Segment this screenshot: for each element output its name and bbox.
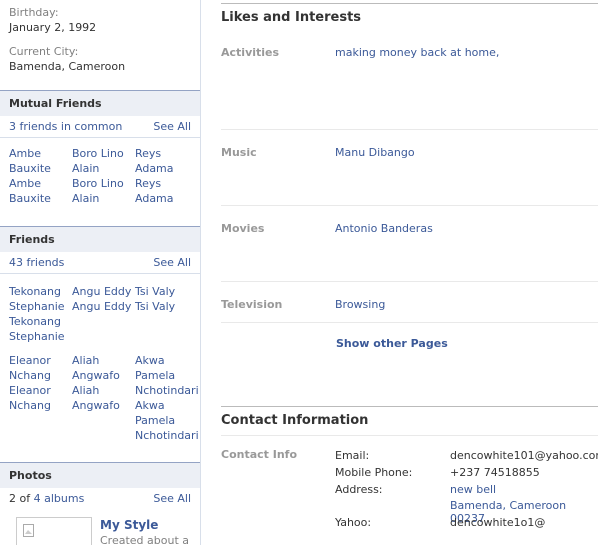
mutual-friend-name[interactable]: Bauxite: [9, 161, 72, 176]
email-label: Email:: [335, 449, 370, 462]
contact-info-label: Contact Info: [221, 448, 298, 461]
mutual-friends-count-link[interactable]: 3 friends in common: [9, 120, 122, 133]
album-title-link[interactable]: My Style: [100, 518, 158, 532]
television-label: Television: [221, 298, 283, 311]
mutual-friend-name[interactable]: Alain: [72, 161, 135, 176]
activities-row: Activities making money back at home,: [221, 32, 598, 130]
friend-name-line[interactable]: Tsi Valy: [135, 284, 197, 299]
music-label: Music: [221, 146, 257, 159]
friend-name-line[interactable]: Angu Eddy: [72, 284, 134, 299]
city-value: Bamenda, Cameroon: [9, 60, 126, 73]
birthday-label: Birthday:: [9, 6, 59, 19]
mutual-friend-name[interactable]: Boro Lino: [72, 176, 135, 191]
show-other-pages-link[interactable]: Show other Pages: [336, 337, 448, 350]
mutual-friends-title: Mutual Friends: [0, 90, 200, 116]
friend-name-line[interactable]: Pamela: [135, 413, 201, 428]
television-row: Television Browsing: [221, 282, 598, 323]
friend-name-line[interactable]: Akwa: [135, 398, 201, 413]
friend-name-line[interactable]: Eleanor: [9, 353, 71, 368]
mutual-friend-name[interactable]: Adama: [135, 161, 198, 176]
mutual-friend-name[interactable]: Bauxite: [9, 191, 72, 206]
likes-section: Likes and Interests Activities making mo…: [221, 3, 598, 383]
photo-placeholder-icon: [23, 524, 34, 537]
main-content: Likes and Interests Activities making mo…: [221, 0, 598, 529]
friend-entry[interactable]: Akwa Pamela Nchotindari Akwa Pamela Ncho…: [135, 353, 201, 443]
mutual-friend-name[interactable]: Reys: [135, 176, 198, 191]
friend-name-line[interactable]: Eleanor: [9, 383, 71, 398]
show-other-pages-row: Show other Pages: [221, 323, 598, 383]
photos-title: Photos: [0, 462, 200, 488]
mutual-friend-name[interactable]: Ambe: [9, 146, 72, 161]
address-label: Address:: [335, 483, 383, 496]
friends-subheader: 43 friends See All: [0, 252, 200, 274]
friends-box: Friends 43 friends See All Tekonang Step…: [0, 226, 200, 442]
friend-name-line[interactable]: Tsi Valy: [135, 299, 197, 314]
friend-name-line[interactable]: Nchang: [9, 398, 71, 413]
friend-name-line[interactable]: Aliah: [72, 383, 134, 398]
left-sidebar: Birthday: January 2, 1992 Current City: …: [0, 0, 201, 545]
movies-value-link[interactable]: Antonio Banderas: [335, 222, 433, 235]
friend-entry[interactable]: Tekonang Stephanie Tekonang Stephanie: [9, 284, 71, 344]
mutual-friend-name[interactable]: Reys: [135, 146, 198, 161]
friend-entry[interactable]: Tsi Valy Tsi Valy: [135, 284, 197, 314]
photos-count-prefix: 2 of: [9, 492, 34, 505]
photos-subheader: 2 of 4 albums See All: [0, 488, 200, 510]
friend-name-line[interactable]: Stephanie: [9, 299, 71, 314]
music-value-link[interactable]: Manu Dibango: [335, 146, 415, 159]
profile-info: Birthday: January 2, 1992 Current City: …: [9, 5, 125, 75]
photos-see-all-link[interactable]: See All: [153, 488, 191, 510]
email-value: dencowhite101@yahoo.com: [450, 449, 598, 462]
photos-box: Photos 2 of 4 albums See All My Style Cr…: [0, 462, 200, 545]
contact-divider: [221, 435, 598, 436]
address-line-1-link[interactable]: new bell: [450, 483, 496, 496]
friend-name-line[interactable]: Nchang: [9, 368, 71, 383]
mutual-friend-name[interactable]: Boro Lino: [72, 146, 135, 161]
mutual-friends-subheader: 3 friends in common See All: [0, 116, 200, 138]
friend-name-line[interactable]: Aliah: [72, 353, 134, 368]
music-row: Music Manu Dibango: [221, 130, 598, 206]
yahoo-label: Yahoo:: [335, 516, 372, 529]
birthday-value: January 2, 1992: [9, 21, 97, 34]
city-label: Current City:: [9, 45, 79, 58]
mutual-friends-list: Ambe Boro Lino Reys Bauxite Alain Adama …: [0, 138, 200, 206]
mutual-friends-box: Mutual Friends 3 friends in common See A…: [0, 90, 200, 206]
album-thumbnail[interactable]: [16, 517, 92, 545]
mutual-friends-see-all-link[interactable]: See All: [153, 116, 191, 138]
friends-count-link[interactable]: 43 friends: [9, 256, 64, 269]
yahoo-value: dencowhite1o1@: [450, 516, 546, 529]
activities-label: Activities: [221, 46, 280, 59]
friends-title: Friends: [0, 226, 200, 252]
friend-entry[interactable]: Angu Eddy Angu Eddy: [72, 284, 134, 314]
friend-name-line[interactable]: Angwafo: [72, 368, 134, 383]
movies-row: Movies Antonio Banderas: [221, 206, 598, 282]
contact-title: Contact Information: [221, 406, 598, 435]
friend-name-line[interactable]: Tekonang: [9, 284, 71, 299]
movies-label: Movies: [221, 222, 265, 235]
activities-value-link[interactable]: making money back at home,: [335, 46, 499, 59]
friends-see-all-link[interactable]: See All: [153, 252, 191, 274]
friend-entry[interactable]: Eleanor Nchang Eleanor Nchang: [9, 353, 71, 413]
friend-name-line[interactable]: Nchotindari: [135, 383, 201, 398]
photos-albums-link[interactable]: 4 albums: [34, 492, 85, 505]
friend-entry[interactable]: Aliah Angwafo Aliah Angwafo: [72, 353, 134, 413]
friend-name-line[interactable]: Tekonang: [9, 314, 71, 329]
friend-name-line[interactable]: Nchotindari: [135, 428, 201, 443]
mutual-friend-name[interactable]: Adama: [135, 191, 198, 206]
mutual-friend-name[interactable]: Ambe: [9, 176, 72, 191]
friend-name-line[interactable]: Pamela: [135, 368, 201, 383]
mobile-phone-label: Mobile Phone:: [335, 466, 413, 479]
friend-name-line[interactable]: Angu Eddy: [72, 299, 134, 314]
friend-name-line[interactable]: Akwa: [135, 353, 201, 368]
friend-name-line[interactable]: Angwafo: [72, 398, 134, 413]
contact-section: Contact Information Contact Info Email: …: [221, 406, 598, 529]
likes-title: Likes and Interests: [221, 3, 598, 32]
album-subtitle: Created about a: [100, 534, 190, 545]
friend-name-line[interactable]: Stephanie: [9, 329, 71, 344]
television-value-link[interactable]: Browsing: [335, 298, 385, 311]
mobile-phone-value: +237 74518855: [450, 466, 540, 479]
mutual-friend-name[interactable]: Alain: [72, 191, 135, 206]
